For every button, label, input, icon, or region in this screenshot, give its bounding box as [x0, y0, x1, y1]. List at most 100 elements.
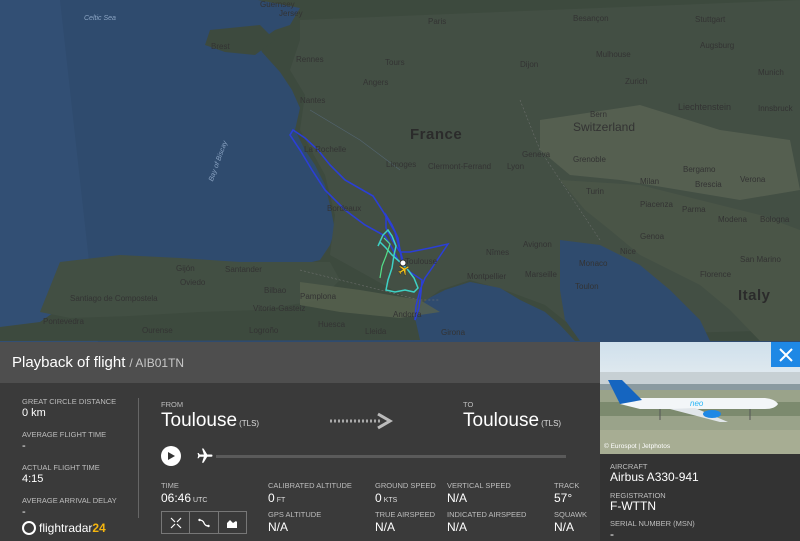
altitude-graph-icon — [227, 519, 238, 528]
city-label: Verona — [740, 175, 766, 184]
play-button[interactable] — [161, 446, 181, 466]
city-label: San Marino — [740, 255, 781, 264]
close-icon — [778, 347, 793, 362]
aircraft-type-value[interactable]: Airbus A330-941 — [610, 470, 699, 484]
indicated-airspeed-label: INDICATED AIRSPEED — [447, 510, 527, 519]
city-label: Guernsey — [260, 0, 295, 9]
city-label: Modena — [718, 215, 747, 224]
city-label: Tours — [385, 58, 405, 67]
time-label: TIME — [161, 481, 179, 490]
stat-value: - — [22, 506, 26, 518]
stat-value: 4:15 — [22, 473, 44, 485]
from-airport[interactable]: Toulouse (TLS) — [161, 410, 259, 432]
stat-label: ACTUAL FLIGHT TIME — [22, 463, 100, 472]
gps-altitude-value: N/A — [268, 520, 289, 534]
city-label-toulouse: Toulouse — [405, 257, 438, 266]
city-label: Nantes — [300, 96, 326, 105]
city-label: La Rochelle — [304, 145, 347, 154]
city-label: Ourense — [142, 326, 173, 335]
track-value: 57° — [554, 491, 573, 505]
city-label: Clermont-Ferrand — [428, 162, 492, 171]
city-label: Limoges — [386, 160, 417, 169]
to-code: (TLS) — [541, 419, 562, 428]
city-label: Jersey — [279, 9, 303, 18]
ground-speed-value: 0 KTS — [375, 491, 397, 505]
calibrated-altitude-label: CALIBRATED ALTITUDE — [268, 481, 352, 490]
city-label: Munich — [758, 68, 784, 77]
city-label: Bologna — [760, 215, 790, 224]
stat-label: AVERAGE ARRIVAL DELAY — [22, 496, 117, 505]
indicated-airspeed-value: N/A — [447, 520, 468, 534]
from-code: (TLS) — [239, 419, 260, 428]
play-icon — [168, 452, 175, 460]
time-unit: UTC — [193, 497, 208, 504]
aircraft-livery-text: neo — [690, 399, 704, 408]
city-label: Bilbao — [264, 286, 287, 295]
from-label: FROM — [161, 400, 184, 409]
vertical-speed-label: VERTICAL SPEED — [447, 481, 511, 490]
city-label: Besançon — [573, 14, 609, 23]
close-button[interactable] — [771, 342, 800, 367]
cal-alt-unit: FT — [276, 497, 286, 504]
route-icon — [198, 518, 210, 527]
aircraft-photo[interactable]: neo © Eurospot | Jetphotos — [600, 342, 800, 454]
flight-stats: GREAT CIRCLE DISTANCE 0 km AVERAGE FLIGH… — [0, 383, 138, 541]
city-label: Monaco — [579, 259, 608, 268]
squawk-value: N/A — [554, 520, 575, 534]
country-label-liechtenstein: Liechtenstein — [678, 102, 732, 112]
altitude-graph-button[interactable] — [219, 512, 246, 533]
city-label: Paris — [428, 17, 447, 26]
city-label: Dijon — [520, 60, 539, 69]
squawk-label: SQUAWK — [554, 510, 588, 519]
city-label: Logroño — [249, 326, 279, 335]
city-label-andorra: Andorra — [393, 310, 422, 319]
stat-label: GREAT CIRCLE DISTANCE — [22, 397, 117, 406]
city-label: Santander — [225, 265, 262, 274]
city-label: Turin — [586, 187, 604, 196]
stat-average-flight-time: AVERAGE FLIGHT TIME - — [22, 430, 138, 452]
to-label: TO — [463, 400, 474, 409]
calibrated-altitude-value: 0 FT — [268, 491, 285, 505]
city-label: Avignon — [523, 240, 552, 249]
true-airspeed-label: TRUE AIRSPEED — [375, 510, 436, 519]
city-label: Montpellier — [467, 272, 507, 281]
panel-header: Playback of flight / AIB01TN — [0, 342, 600, 383]
stat-great-circle: GREAT CIRCLE DISTANCE 0 km — [22, 397, 138, 419]
center-map-button[interactable] — [162, 512, 191, 533]
city-label: Brest — [211, 42, 230, 51]
from-city: Toulouse — [161, 410, 238, 431]
city-label: Santiago de Compostela — [70, 294, 158, 303]
serial-number-value: - — [610, 527, 614, 541]
playback-timeline[interactable] — [216, 455, 566, 458]
country-label-italy: Italy — [738, 287, 771, 304]
city-label: Geneva — [522, 150, 551, 159]
city-label: Lyon — [507, 162, 525, 171]
stat-label: AVERAGE FLIGHT TIME — [22, 430, 107, 439]
to-city: Toulouse — [463, 410, 540, 431]
city-label: Bern — [590, 110, 607, 119]
country-label-france: France — [410, 126, 463, 143]
radar-logo-icon — [22, 521, 36, 535]
city-label: Nîmes — [486, 248, 510, 257]
logo-brand: flightradar — [39, 521, 93, 535]
panel-divider — [138, 398, 139, 518]
city-label: Milan — [640, 177, 660, 186]
city-label: Toulon — [575, 282, 599, 291]
city-label: Stuttgart — [695, 15, 726, 24]
track-label: TRACK — [554, 481, 580, 490]
to-airport[interactable]: Toulouse (TLS) — [463, 410, 561, 432]
flightradar24-logo[interactable]: flightradar 24 — [22, 521, 106, 535]
route-toggle-button[interactable] — [190, 512, 219, 533]
vertical-speed-value: N/A — [447, 491, 468, 505]
photo-credit[interactable]: © Eurospot | Jetphotos — [604, 443, 670, 450]
center-map-icon — [170, 517, 182, 528]
registration-value[interactable]: F-WTTN — [610, 499, 656, 513]
ground-speed-label: GROUND SPEED — [375, 481, 436, 490]
arrow-right-icon — [330, 412, 396, 435]
gps-altitude-label: GPS ALTITUDE — [268, 510, 322, 519]
flight-callsign: / AIB01TN — [129, 355, 185, 370]
city-label: Lleida — [365, 327, 387, 336]
time-value: 06:46 UTC — [161, 491, 207, 505]
serial-number-label: SERIAL NUMBER (MSN) — [610, 519, 695, 528]
timeline-plane-icon[interactable] — [194, 447, 216, 470]
